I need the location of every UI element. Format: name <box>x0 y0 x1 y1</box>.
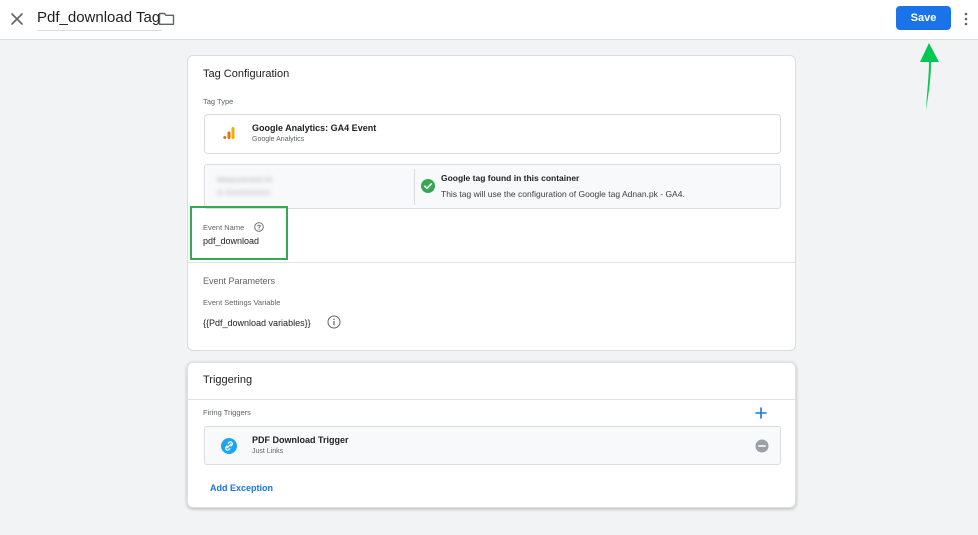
tag-configuration-card: Tag Configuration Tag Type Google Analyt… <box>187 55 796 351</box>
folder-icon[interactable] <box>158 11 175 26</box>
tag-configuration-title: Tag Configuration <box>203 68 290 80</box>
firing-triggers-label: Firing Triggers <box>203 408 251 417</box>
more-vert-icon[interactable] <box>962 9 970 29</box>
tag-type-subtitle: Google Analytics <box>252 136 305 143</box>
link-icon <box>221 438 237 454</box>
section-divider <box>188 262 795 263</box>
measurement-id-blurred: Measurement ID G-XXXXXXXXX <box>211 169 411 205</box>
triggering-divider <box>188 399 795 400</box>
triggering-title: Triggering <box>203 374 253 386</box>
save-button[interactable]: Save <box>896 6 951 30</box>
measurement-id-value: G-XXXXXXXXX <box>217 188 271 197</box>
add-exception-link[interactable]: Add Exception <box>210 483 273 493</box>
triggering-card: Triggering Firing Triggers PDF Download … <box>187 362 796 508</box>
google-tag-status-title: Google tag found in this container <box>441 173 580 183</box>
close-icon[interactable] <box>6 8 28 30</box>
google-tag-panel: Measurement ID G-XXXXXXXXX Google tag fo… <box>204 164 781 209</box>
add-trigger-plus-icon[interactable] <box>754 406 768 420</box>
panel-divider <box>414 169 415 205</box>
event-name-highlight <box>190 206 288 260</box>
tag-type-label: Tag Type <box>203 97 234 106</box>
top-bar: Pdf_download Tag Save <box>0 0 978 40</box>
event-name-value[interactable]: pdf_download <box>203 236 259 246</box>
trigger-name: PDF Download Trigger <box>252 435 349 445</box>
event-settings-label: Event Settings Variable <box>203 298 281 307</box>
tag-name-input[interactable]: Pdf_download Tag <box>37 9 163 31</box>
remove-trigger-icon[interactable] <box>755 439 769 453</box>
event-name-label: Event Name <box>203 223 245 232</box>
tag-type-selector[interactable]: Google Analytics: GA4 Event Google Analy… <box>204 114 781 154</box>
event-settings-value[interactable]: {{Pdf_download variables}} <box>203 318 311 328</box>
event-parameters-title: Event Parameters <box>203 276 276 286</box>
help-icon[interactable] <box>254 222 264 232</box>
trigger-row[interactable]: PDF Download Trigger Just Links <box>204 426 781 465</box>
check-circle-icon <box>421 179 435 193</box>
measurement-id-label: Measurement ID <box>217 175 273 184</box>
google-tag-status-description: This tag will use the configuration of G… <box>441 189 685 199</box>
trigger-type: Just Links <box>252 448 284 455</box>
annotation-arrow <box>920 43 939 110</box>
tag-type-name: Google Analytics: GA4 Event <box>252 123 377 133</box>
analytics-icon <box>223 127 235 139</box>
info-icon[interactable] <box>327 315 341 329</box>
